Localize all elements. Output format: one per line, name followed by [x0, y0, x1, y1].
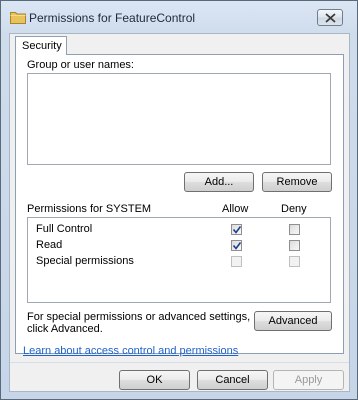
full-control-allow-checkbox[interactable]: [231, 224, 242, 235]
read-allow-checkbox[interactable]: [231, 240, 242, 251]
dialog-client-area: Security Group or user names: Add... Rem…: [9, 33, 350, 392]
permission-row-full-control: Full Control: [28, 222, 330, 238]
special-deny-checkbox[interactable]: [289, 256, 300, 267]
learn-access-control-link[interactable]: Learn about access control and permissio…: [23, 345, 238, 357]
add-button[interactable]: Add...: [184, 172, 254, 192]
title-bar[interactable]: Permissions for FeatureControl: [1, 1, 357, 33]
permission-name: Read: [36, 239, 63, 251]
advanced-hint-line1: For special permissions or advanced sett…: [27, 311, 251, 323]
tab-security[interactable]: Security: [15, 36, 67, 55]
group-names-label: Group or user names:: [27, 59, 134, 71]
permission-row-read: Read: [28, 238, 330, 254]
checkmark-icon: [232, 242, 242, 250]
permission-row-special: Special permissions: [28, 254, 330, 270]
close-button[interactable]: [317, 9, 343, 26]
allow-column-label: Allow: [222, 203, 249, 215]
advanced-button[interactable]: Advanced: [254, 311, 332, 331]
deny-column-label: Deny: [281, 203, 307, 215]
ok-button[interactable]: OK: [119, 370, 190, 390]
full-control-deny-checkbox[interactable]: [289, 224, 300, 235]
security-tab-page: Group or user names: Add... Remove Permi…: [15, 54, 344, 354]
special-allow-checkbox[interactable]: [231, 256, 242, 267]
remove-button[interactable]: Remove: [262, 172, 332, 192]
group-names-list[interactable]: [27, 73, 331, 165]
footer-separator: [10, 362, 349, 363]
permission-name: Special permissions: [36, 255, 134, 267]
permissions-dialog: Permissions for FeatureControl Security …: [0, 0, 358, 400]
cancel-button[interactable]: Cancel: [197, 370, 268, 390]
close-icon: [325, 13, 336, 23]
folder-icon: [10, 10, 26, 24]
read-deny-checkbox[interactable]: [289, 240, 300, 251]
permissions-header-label: Permissions for SYSTEM: [27, 203, 152, 215]
advanced-hint-line2: click Advanced.: [27, 323, 103, 335]
permission-name: Full Control: [36, 223, 93, 235]
apply-button[interactable]: Apply: [273, 370, 344, 390]
checkmark-icon: [232, 226, 242, 234]
window-title: Permissions for FeatureControl: [29, 11, 196, 25]
permissions-list: Full Control Read Special permissions: [27, 217, 331, 303]
